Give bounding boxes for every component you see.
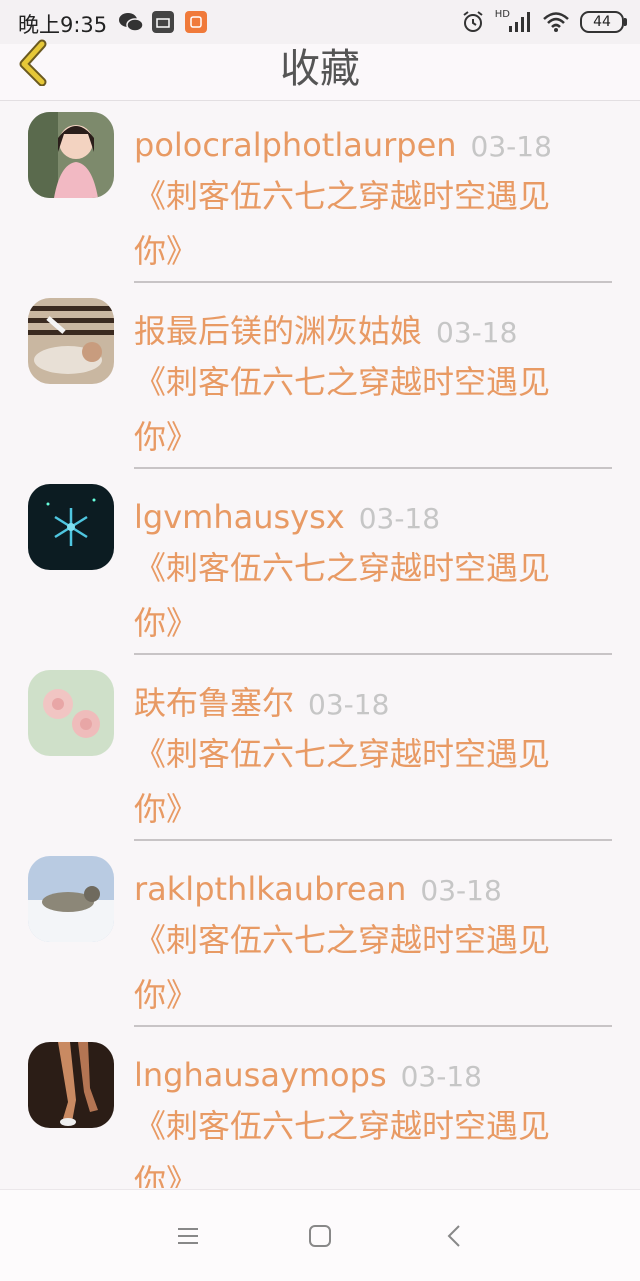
list-item[interactable]: lnghausaymops 03-18 《刺客伍六七之穿越时空遇见你》 <box>0 1031 640 1188</box>
item-date: 03-18 <box>436 316 518 349</box>
item-date: 03-18 <box>470 130 552 163</box>
avatar[interactable] <box>28 112 114 198</box>
app-notification-icon <box>185 11 207 33</box>
article-title[interactable]: 《刺客伍六七之穿越时空遇见你》 <box>134 1099 584 1188</box>
menu-icon[interactable] <box>168 1216 208 1256</box>
avatar[interactable] <box>28 298 114 384</box>
article-title[interactable]: 《刺客伍六七之穿越时空遇见你》 <box>134 355 584 465</box>
item-header: lgvmhausysx 03-18 <box>134 495 440 541</box>
list-item[interactable]: 趺布鲁塞尔 03-18 《刺客伍六七之穿越时空遇见你》 <box>0 659 640 845</box>
status-bar: 晚上9:35 HD 44 <box>0 0 640 44</box>
article-title[interactable]: 《刺客伍六七之穿越时空遇见你》 <box>134 913 584 1023</box>
page-title: 收藏 <box>280 46 360 92</box>
item-header: 趺布鲁塞尔 03-18 <box>134 681 389 727</box>
item-date: 03-18 <box>358 502 441 535</box>
wifi-icon <box>543 12 569 32</box>
item-header: 报最后镁的渊灰姑娘 03-18 <box>134 309 517 355</box>
divider <box>134 653 612 655</box>
username[interactable]: 趺布鲁塞尔 <box>134 684 294 722</box>
divider <box>134 839 612 841</box>
status-time: 晚上9:35 <box>18 13 108 37</box>
item-header: raklpthlkaubrean 03-18 <box>134 867 502 913</box>
item-date: 03-18 <box>400 1060 482 1093</box>
avatar[interactable] <box>28 1042 114 1128</box>
article-title[interactable]: 《刺客伍六七之穿越时空遇见你》 <box>134 169 584 279</box>
username[interactable]: raklpthlkaubrean <box>134 870 406 908</box>
wechat-icon <box>119 13 144 32</box>
item-header: lnghausaymops 03-18 <box>134 1053 482 1099</box>
favorites-list: polocralphotlaurpen 03-18 《刺客伍六七之穿越时空遇见你》… <box>0 101 640 1188</box>
username[interactable]: 报最后镁的渊灰姑娘 <box>134 312 422 350</box>
status-icons: HD 44 <box>461 8 627 36</box>
article-title[interactable]: 《刺客伍六七之穿越时空遇见你》 <box>134 541 584 651</box>
network-type-label: HD <box>494 8 510 20</box>
username[interactable]: lnghausaymops <box>134 1056 387 1094</box>
item-date: 03-18 <box>308 688 390 721</box>
back-triangle-icon[interactable] <box>434 1216 474 1256</box>
signal-icon <box>509 12 530 32</box>
username[interactable]: polocralphotlaurpen <box>134 126 457 164</box>
item-header: polocralphotlaurpen 03-18 <box>134 123 552 169</box>
avatar[interactable] <box>28 670 114 756</box>
mi-store-icon <box>152 11 174 33</box>
list-item[interactable]: lgvmhausysx 03-18 《刺客伍六七之穿越时空遇见你》 <box>0 473 640 659</box>
article-title[interactable]: 《刺客伍六七之穿越时空遇见你》 <box>134 727 584 837</box>
divider <box>134 281 612 283</box>
system-nav-bar <box>0 1189 640 1281</box>
avatar[interactable] <box>28 484 114 570</box>
list-item[interactable]: polocralphotlaurpen 03-18 《刺客伍六七之穿越时空遇见你》 <box>0 101 640 287</box>
home-square-icon[interactable] <box>300 1216 340 1256</box>
item-date: 03-18 <box>420 874 502 907</box>
list-item[interactable]: raklpthlkaubrean 03-18 《刺客伍六七之穿越时空遇见你》 <box>0 845 640 1031</box>
divider <box>134 1025 612 1027</box>
avatar[interactable] <box>28 856 114 942</box>
app-header: 收藏 <box>0 39 640 101</box>
divider <box>134 467 612 469</box>
battery-indicator: 44 <box>580 11 627 33</box>
username[interactable]: lgvmhausysx <box>134 498 345 536</box>
alarm-icon <box>463 11 483 32</box>
list-item[interactable]: 报最后镁的渊灰姑娘 03-18 《刺客伍六七之穿越时空遇见你》 <box>0 287 640 473</box>
